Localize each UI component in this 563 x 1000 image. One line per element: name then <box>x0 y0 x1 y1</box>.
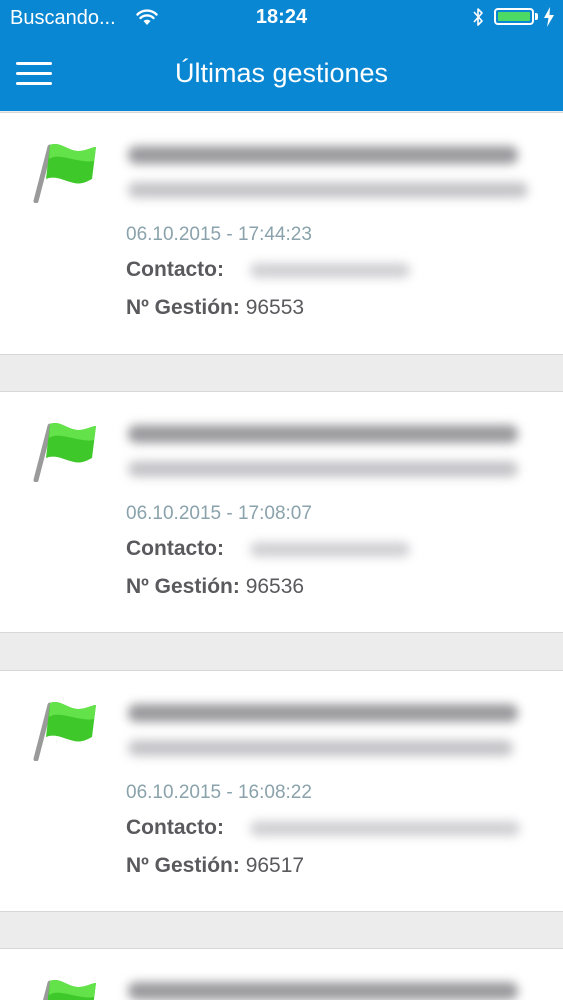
green-flag-icon <box>33 423 96 482</box>
item-date: 06.10.2015 - 16:08:22 <box>126 782 312 803</box>
blurred-contact <box>250 542 410 557</box>
bluetooth-icon <box>473 8 483 26</box>
gestion-row: Nº Gestión: 96517 <box>126 854 304 878</box>
list-item[interactable] <box>0 948 563 1000</box>
item-date: 06.10.2015 - 17:08:07 <box>126 503 312 524</box>
contact-label: Contacto: <box>126 258 224 281</box>
contact-label: Contacto: <box>126 537 224 560</box>
battery-icon <box>494 8 534 25</box>
blurred-title <box>128 425 518 443</box>
blurred-subtitle <box>128 740 513 756</box>
list-item[interactable]: 06.10.2015 - 17:08:07 Contacto: Nº Gesti… <box>0 391 563 633</box>
gestion-number: 96553 <box>245 296 305 319</box>
gestion-row: Nº Gestión: 96536 <box>126 575 304 599</box>
green-flag-icon <box>43 980 96 1000</box>
gestion-number: 96517 <box>245 854 305 877</box>
page-title: Últimas gestiones <box>174 58 389 88</box>
charging-bolt-icon <box>544 7 554 27</box>
blurred-title <box>128 704 518 722</box>
blurred-subtitle <box>128 461 518 477</box>
gestion-number: 96536 <box>245 575 305 598</box>
gestion-row: Nº Gestión: 96553 <box>126 296 304 320</box>
contact-label: Contacto: <box>126 816 224 839</box>
battery-tip <box>535 13 538 20</box>
top-bar: Buscando... 18:24 Últimas gestiones <box>0 0 563 111</box>
gestion-label: Nº Gestión: <box>126 575 240 598</box>
item-date: 06.10.2015 - 17:44:23 <box>126 224 312 245</box>
blurred-subtitle <box>128 182 528 198</box>
list-item[interactable]: 06.10.2015 - 17:44:23 Contacto: Nº Gesti… <box>0 112 563 355</box>
screen: Buscando... 18:24 Últimas gestiones 06.1… <box>0 0 563 1000</box>
gestion-label: Nº Gestión: <box>126 296 240 319</box>
green-flag-icon <box>33 144 96 203</box>
green-flag-icon <box>33 702 96 761</box>
blurred-contact <box>250 263 410 278</box>
list-item[interactable]: 06.10.2015 - 16:08:22 Contacto: Nº Gesti… <box>0 670 563 912</box>
blurred-title <box>128 982 518 1000</box>
gestion-label: Nº Gestión: <box>126 854 240 877</box>
blurred-contact <box>250 821 520 836</box>
blurred-title <box>128 146 518 164</box>
